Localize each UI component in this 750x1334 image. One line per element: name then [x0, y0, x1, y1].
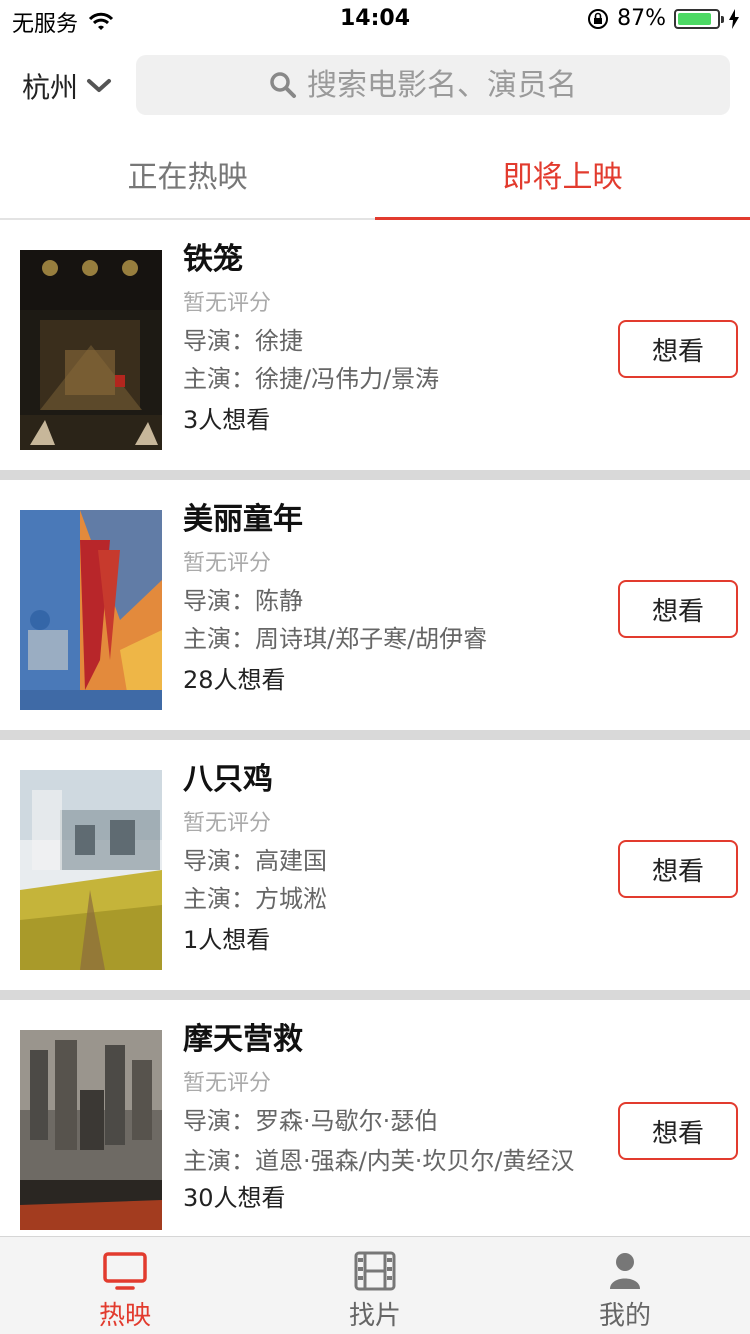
movie-item[interactable]: 八只鸡 暂无评分 导演：高建国 主演：方城淞 1人想看 想看 [0, 740, 750, 990]
city-label: 杭州 [22, 71, 79, 104]
movie-info: 八只鸡 暂无评分 导演：高建国 主演：方城淞 1人想看 [183, 758, 593, 960]
tabbar-item-hot-label: 热映 [98, 1301, 151, 1331]
tabbar-item-hot[interactable]: 热映 [0, 1237, 250, 1334]
movie-item[interactable]: 铁笼 暂无评分 导演：徐捷 主演：徐捷/冯伟力/景涛 3人想看 想看 [0, 220, 750, 470]
tab-coming-soon-label: 即将上映 [502, 160, 623, 195]
cast-label: 主演： [183, 1147, 255, 1175]
movie-title: 八只鸡 [183, 762, 273, 797]
movie-item[interactable]: 摩天营救 暂无评分 导演：罗森·马歇尔·瑟伯 主演：道恩·强森/内芙·坎贝尔/黄… [0, 1000, 750, 1256]
want-count: 28人想看 [183, 666, 286, 694]
tab-bar-top: 正在热映 即将上映 [0, 130, 750, 222]
poster-image [20, 510, 162, 710]
want-to-see-button[interactable]: 想看 [618, 580, 738, 638]
city-selector[interactable]: 杭州 [22, 66, 112, 106]
movie-rating: 暂无评分 [183, 1071, 272, 1096]
movie-info: 铁笼 暂无评分 导演：徐捷 主演：徐捷/冯伟力/景涛 3人想看 [183, 238, 593, 440]
separator [0, 470, 750, 480]
movie-item[interactable]: 美丽童年 暂无评分 导演：陈静 主演：周诗琪/郑子寒/胡伊睿 28人想看 想看 [0, 480, 750, 730]
bottom-tab-bar: 热映 找片 我的 [0, 1236, 750, 1334]
cast-label: 主演： [183, 885, 255, 913]
movie-list: 铁笼 暂无评分 导演：徐捷 主演：徐捷/冯伟力/景涛 3人想看 想看 美丽童年 … [0, 220, 750, 1256]
movie-poster[interactable] [20, 770, 162, 970]
charging-icon [729, 8, 739, 29]
poster-image [20, 1030, 162, 1230]
battery-icon [674, 8, 724, 29]
movie-cast: 主演：徐捷/冯伟力/景涛 [183, 360, 593, 398]
search-icon [270, 72, 296, 98]
movie-director: 导演：陈静 [183, 582, 593, 620]
status-right: 87% [587, 6, 740, 31]
want-count: 3人想看 [183, 406, 271, 434]
cast-value: 徐捷/冯伟力/景涛 [255, 365, 440, 393]
search-bar[interactable] [136, 55, 730, 115]
cast-value: 方城淞 [255, 885, 327, 913]
movie-title: 铁笼 [183, 242, 243, 277]
tabbar-item-find[interactable]: 找片 [250, 1237, 500, 1334]
cast-value: 道恩·强森/内芙·坎贝尔/黄经汉 [255, 1147, 575, 1175]
movie-cast: 主演：方城淞 [183, 880, 593, 918]
movie-director: 导演：罗森·马歇尔·瑟伯 [183, 1102, 593, 1140]
movie-title: 摩天营救 [183, 1022, 303, 1057]
director-value: 高建国 [255, 847, 327, 875]
director-label: 导演： [183, 327, 255, 355]
director-value: 陈静 [255, 587, 303, 615]
movie-rating: 暂无评分 [183, 811, 272, 836]
director-label: 导演： [183, 587, 255, 615]
tabbar-item-find-label: 找片 [348, 1301, 401, 1331]
cast-value: 周诗琪/郑子寒/胡伊睿 [255, 625, 488, 653]
movie-poster[interactable] [20, 250, 162, 450]
cast-label: 主演： [183, 625, 255, 653]
director-value: 徐捷 [255, 327, 303, 355]
movie-rating: 暂无评分 [183, 291, 272, 316]
tv-icon [103, 1252, 147, 1290]
movie-info: 摩天营救 暂无评分 导演：罗森·马歇尔·瑟伯 主演：道恩·强森/内芙·坎贝尔/黄… [183, 1018, 593, 1218]
movie-director: 导演：徐捷 [183, 322, 593, 360]
movie-director: 导演：高建国 [183, 842, 593, 880]
tabbar-item-mine-label: 我的 [598, 1301, 651, 1331]
movie-poster[interactable] [20, 510, 162, 710]
movie-poster[interactable] [20, 1030, 162, 1230]
poster-image [20, 770, 162, 970]
want-count: 30人想看 [183, 1184, 286, 1212]
want-to-see-button[interactable]: 想看 [618, 1102, 738, 1160]
want-to-see-button[interactable]: 想看 [618, 840, 738, 898]
chevron-down-icon [87, 79, 112, 92]
tab-now-showing-label: 正在热映 [127, 160, 248, 195]
battery-fill [678, 12, 712, 25]
want-to-see-button[interactable]: 想看 [618, 320, 738, 378]
tab-now-showing[interactable]: 正在热映 [0, 130, 375, 218]
movie-title: 美丽童年 [183, 502, 303, 537]
search-input[interactable] [307, 67, 597, 103]
separator [0, 730, 750, 740]
tab-coming-soon[interactable]: 即将上映 [375, 130, 750, 222]
separator [0, 990, 750, 1000]
movie-cast: 主演：道恩·强森/内芙·坎贝尔/黄经汉 [183, 1146, 593, 1176]
header: 杭州 [0, 40, 750, 130]
director-label: 导演： [183, 847, 255, 875]
film-icon [354, 1251, 396, 1291]
movie-rating: 暂无评分 [183, 551, 272, 576]
status-bar: 无服务 14:04 87% [0, 0, 750, 40]
director-label: 导演： [183, 1107, 255, 1135]
movie-info: 美丽童年 暂无评分 导演：陈静 主演：周诗琪/郑子寒/胡伊睿 28人想看 [183, 498, 593, 700]
battery-percent: 87% [617, 6, 666, 31]
cast-label: 主演： [183, 365, 255, 393]
director-value: 罗森·马歇尔·瑟伯 [255, 1107, 439, 1135]
movie-cast: 主演：周诗琪/郑子寒/胡伊睿 [183, 620, 593, 658]
user-icon [610, 1253, 640, 1289]
tabbar-item-mine[interactable]: 我的 [500, 1237, 750, 1334]
want-count: 1人想看 [183, 926, 271, 954]
poster-image [20, 250, 162, 450]
rotation-lock-icon [588, 8, 609, 29]
